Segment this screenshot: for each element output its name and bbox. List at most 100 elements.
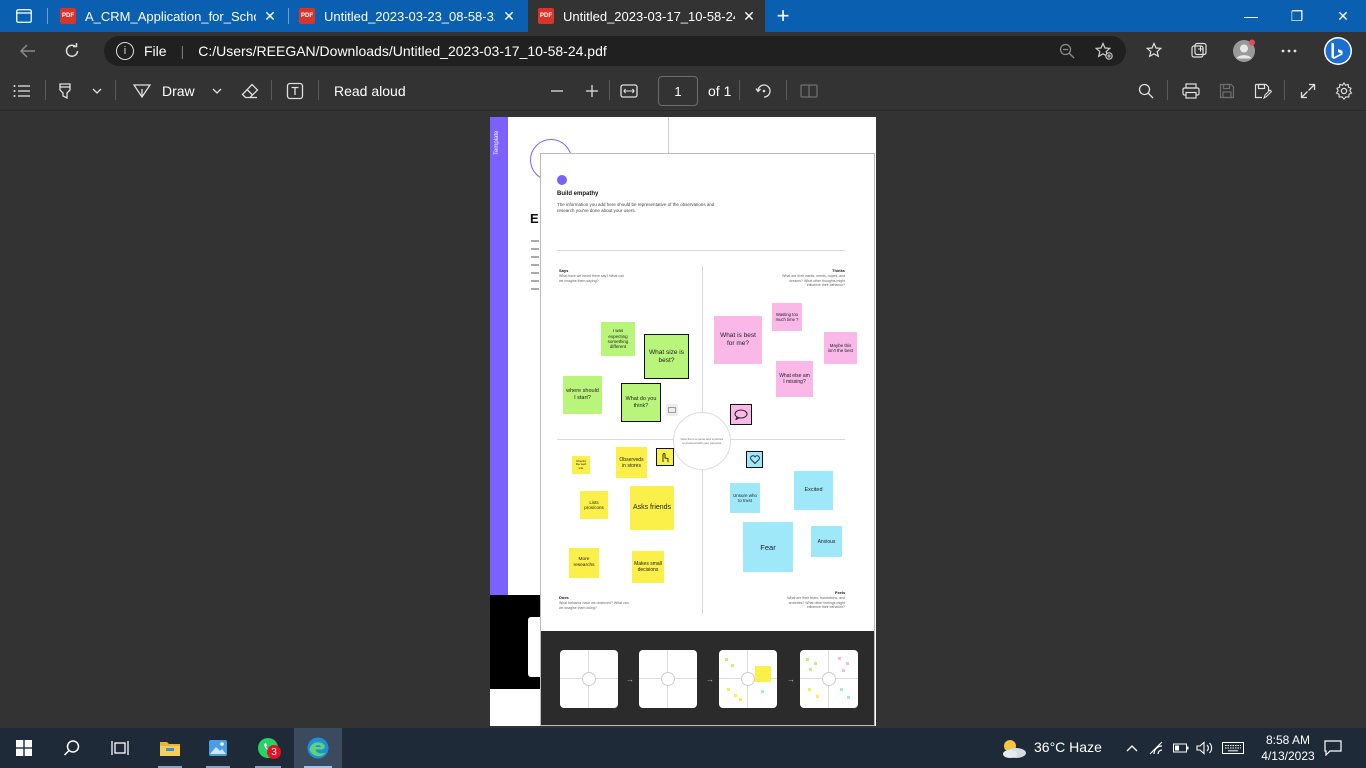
zoom-out-icon[interactable] [1052,36,1082,66]
chevron-down-icon [205,79,229,103]
tab-close-icon[interactable]: ✕ [262,8,278,25]
rotate-button[interactable] [752,78,776,104]
does-desc: What behavior have we observed? What can… [559,601,629,610]
eraser-icon [238,79,262,103]
tab-title: Untitled_2023-03-17_10-58-24.p [563,8,735,24]
says-desc: What have we heard them say? What can we… [559,274,624,283]
profile-avatar[interactable] [1229,36,1259,66]
chevron-up-icon[interactable] [1122,728,1142,768]
rotate-icon [752,79,776,103]
sticky-note: where should I start? [563,376,602,414]
page-total-label: of 1 [708,83,732,99]
keyboard-icon[interactable] [1220,728,1246,768]
volume-icon[interactable] [1193,728,1217,768]
sticky-note: Wasting too much time ? [772,303,802,331]
refresh-button[interactable] [57,36,87,66]
file-explorer-icon[interactable] [148,728,192,768]
settings-button[interactable] [1332,78,1356,104]
address-field[interactable]: i File | C:/Users/REEGAN/Downloads/Untit… [104,36,1126,66]
photos-app-icon[interactable] [196,728,240,768]
zoom-out-button[interactable] [545,78,569,104]
steps-strip: → → → [541,631,874,725]
tab-untitled-2023-03-23[interactable]: PDF Untitled_2023-03-23_08-58-32.p ✕ [289,0,525,32]
sticky-note: I was expecting something different [601,322,635,356]
new-tab-button[interactable]: + [770,0,796,32]
sticky-note: Checks the web site [572,456,590,474]
sticky-note: What do you think? [621,383,661,422]
add-favorite-icon[interactable] [1089,36,1119,66]
notifications-icon[interactable] [1318,728,1348,768]
collections-icon[interactable] [1184,36,1214,66]
favorites-icon[interactable] [1139,36,1169,66]
logo-dot [557,175,567,185]
arrow-icon: → [626,675,634,684]
info-icon[interactable]: i [116,42,134,60]
fullscreen-button[interactable] [1296,78,1320,104]
sticky-note: What size is best? [644,334,689,379]
save-as-icon [1251,79,1275,103]
arrow-icon: → [787,675,795,684]
contents-button[interactable] [10,78,34,104]
pdf-icon: PDF [60,8,76,24]
map-description: The information you add here should be r… [557,202,715,213]
print-button[interactable] [1179,78,1203,104]
back-page-heading: E [530,211,539,226]
tab-untitled-2023-03-17[interactable]: PDF Untitled_2023-03-17_10-58-24.p ✕ [528,0,765,32]
draw-dropdown[interactable] [205,78,229,104]
pdf-viewer[interactable]: Template E Build empathy The information… [0,111,1366,728]
zoom-in-button[interactable] [580,78,604,104]
thinks-desc: What are their wants, needs, hopes, and … [782,274,845,287]
save-as-button[interactable] [1251,78,1275,104]
save-button[interactable] [1215,78,1239,104]
restore-button[interactable]: ❐ [1274,0,1320,32]
find-button[interactable] [1134,78,1158,104]
map-title: Build empathy [557,191,599,197]
task-view-icon[interactable] [96,728,144,768]
highlight-dropdown[interactable] [85,78,109,104]
fit-to-page-button[interactable] [617,78,641,104]
highlight-button[interactable] [53,78,77,104]
highlighter-icon [53,79,77,103]
tab-actions-menu-icon[interactable] [0,0,48,32]
url-divider: | [180,43,185,59]
weather-icon[interactable] [996,728,1030,768]
sticky-note: More researchs [569,548,599,578]
list-icon [10,79,34,103]
sticky-note: Unsure who to trust [730,483,760,513]
address-bar-row: i File | C:/Users/REEGAN/Downloads/Untit… [0,32,1366,70]
page-number-input[interactable]: 1 [658,76,698,106]
feels-desc: What are their fears, frustrations, and … [787,596,845,609]
whatsapp-icon[interactable]: 3 [245,728,291,768]
start-button[interactable] [0,728,48,768]
says-label: Says [559,268,569,273]
more-options-icon[interactable] [1274,36,1304,66]
back-button[interactable] [13,36,43,66]
taskbar: 3 36°C Haze 8:58 AM 4/13/2023 [0,728,1366,768]
minimize-button[interactable]: — [1228,0,1274,32]
text-button[interactable] [283,78,307,104]
sticky-note: What else am I missing? [776,361,813,397]
sticky-note: Anxious [811,526,842,557]
tab-close-icon[interactable]: ✕ [501,8,517,25]
edge-browser-icon[interactable] [294,728,342,768]
close-window-button[interactable]: ✕ [1320,0,1366,32]
pen-icon [130,79,154,103]
tab-close-icon[interactable]: ✕ [741,8,757,25]
draw-button[interactable]: Draw [130,78,195,104]
page-view-button[interactable] [797,78,821,104]
weather-text[interactable]: 36°C Haze [1034,739,1102,755]
sticky-note: Observeds in stores [616,447,647,478]
battery-icon[interactable] [1170,728,1192,768]
step-thumbnail [719,650,777,708]
tab-crm-application[interactable]: PDF A_CRM_Application_for_SchoolsE ✕ [50,0,286,32]
pdf-icon: PDF [538,8,554,24]
bing-chat-icon[interactable] [1322,35,1354,67]
pdf-icon: PDF [299,8,315,24]
chat-bubble-icon [666,404,678,416]
system-clock[interactable]: 8:58 AM 4/13/2023 [1252,732,1324,764]
sticky-note: Asks friends [630,486,674,530]
erase-button[interactable] [238,78,262,104]
search-icon[interactable] [48,728,96,768]
read-aloud-button[interactable]: Read aloud [334,78,406,104]
wifi-icon[interactable] [1147,728,1169,768]
